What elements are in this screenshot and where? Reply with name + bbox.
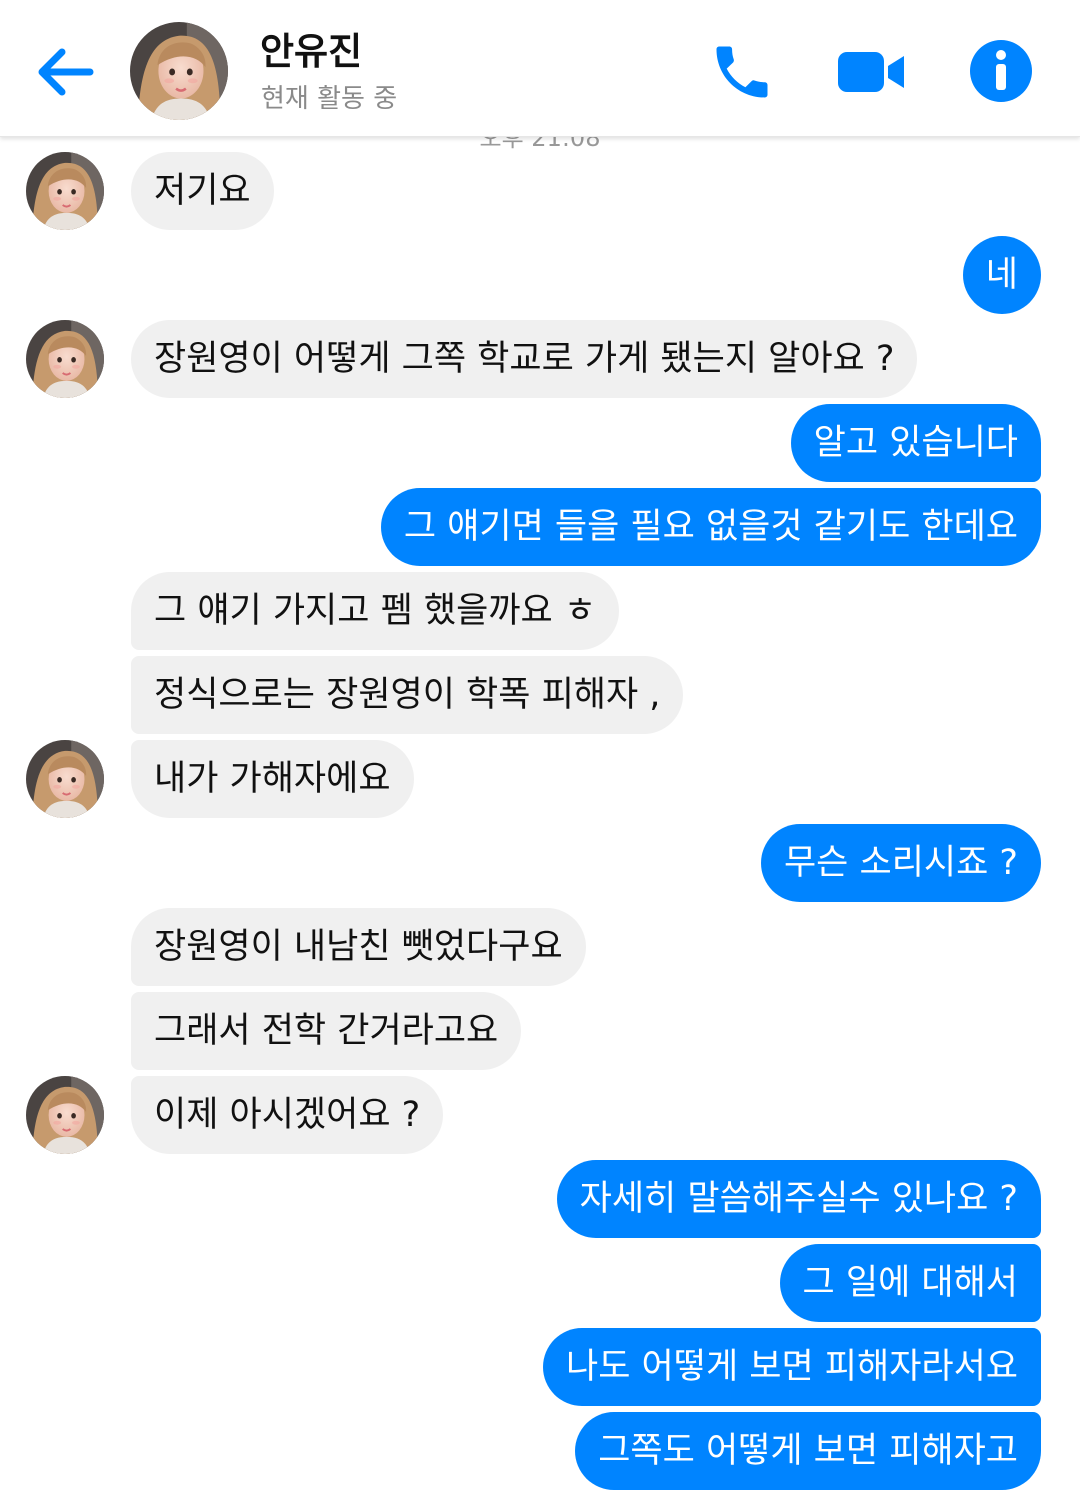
video-camera-icon <box>838 52 904 92</box>
contact-avatar[interactable] <box>130 22 228 120</box>
incoming-message[interactable]: 장원영이 내남친 뺏었다구요 <box>131 908 586 986</box>
outgoing-message[interactable]: 알고 있습니다 <box>790 404 1041 482</box>
info-button[interactable] <box>968 38 1034 104</box>
video-call-button[interactable] <box>836 42 908 102</box>
sender-avatar[interactable] <box>26 320 104 398</box>
incoming-message[interactable]: 정식으로는 장원영이 학폭 피해자 , <box>131 656 684 734</box>
incoming-message[interactable]: 그 얘기 가지고 펨 했을까요 ㅎ <box>131 572 620 650</box>
arrow-left-icon <box>38 48 94 96</box>
incoming-message[interactable]: 이제 아시겠어요 ? <box>131 1076 444 1154</box>
outgoing-message[interactable]: 네 <box>962 236 1041 314</box>
phone-icon <box>716 46 768 98</box>
outgoing-message[interactable]: 자세히 말씀해주실수 있나요 ? <box>556 1160 1041 1238</box>
outgoing-message[interactable]: 나도 어떻게 보면 피해자라서요 <box>543 1328 1041 1406</box>
sender-avatar[interactable] <box>26 740 104 818</box>
back-button[interactable] <box>30 36 102 108</box>
outgoing-message[interactable]: 그 일에 대해서 <box>779 1244 1041 1322</box>
active-status: 현재 활동 중 <box>261 84 398 114</box>
outgoing-message[interactable]: 그쪽도 어떻게 보면 피해자고 <box>575 1412 1041 1490</box>
incoming-message[interactable]: 내가 가해자에요 <box>131 740 414 818</box>
incoming-message[interactable]: 그래서 전학 간거라고요 <box>131 992 522 1070</box>
chat-header: 안유진 현재 활동 중 <box>0 0 1080 137</box>
incoming-message[interactable]: 장원영이 어떻게 그쪽 학교로 가게 됐는지 알아요 ? <box>131 320 918 398</box>
sender-avatar[interactable] <box>26 152 104 230</box>
info-icon <box>970 40 1032 102</box>
outgoing-message[interactable]: 그 얘기면 들을 필요 없을것 같기도 한데요 <box>380 488 1041 566</box>
outgoing-message[interactable]: 무슨 소리시죠 ? <box>760 824 1041 902</box>
contact-name: 안유진 <box>260 30 363 73</box>
incoming-message[interactable]: 저기요 <box>131 152 274 230</box>
voice-call-button[interactable] <box>708 38 776 106</box>
sender-avatar[interactable] <box>26 1076 104 1154</box>
